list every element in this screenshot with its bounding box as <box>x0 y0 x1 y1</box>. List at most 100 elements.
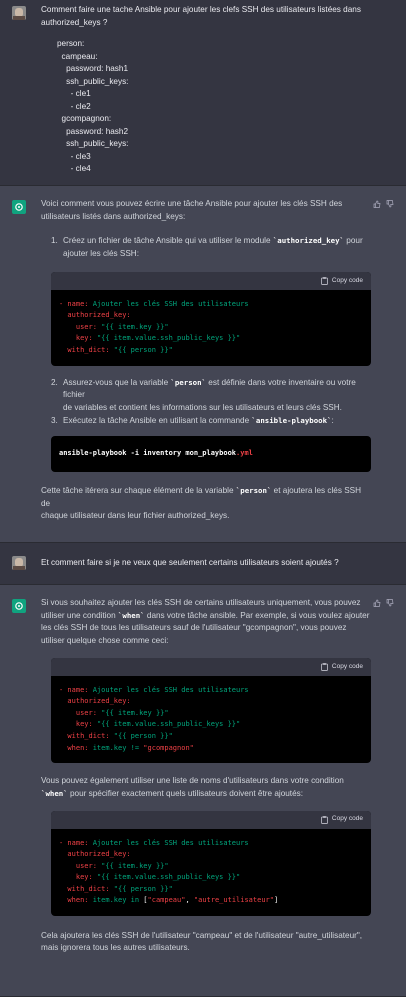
message-line: Cela ajoutera les clés SSH de l'utilisat… <box>41 930 363 940</box>
code-token: ] <box>273 896 279 905</box>
code-block-header: Copy code <box>51 271 371 290</box>
clipboard-icon <box>321 815 328 824</box>
code-token: key: <box>59 720 97 729</box>
code-token: with_dict: <box>59 732 114 740</box>
message-line: utiliser quelque chose comme ceci: <box>41 636 169 646</box>
code-token: "{{ item.value.ssh_public_keys }}" <box>96 334 241 343</box>
message-line: mais ignorera tous les autres utilisateu… <box>41 943 190 953</box>
list-item: 3. Exécutez la tâche Ansible en utilisan… <box>51 415 371 428</box>
text-span: Créez un fichier de tâche Ansible qui va… <box>63 236 273 246</box>
code-token: "{{ item.key }}" <box>101 861 169 870</box>
code-content: ansible-playbook -i inventory mon_playbo… <box>51 436 371 472</box>
code-token: "{{ person }}" <box>113 884 173 893</box>
copy-code-button[interactable]: Copy code <box>321 662 363 672</box>
thumbs-up-icon[interactable] <box>373 599 381 607</box>
copy-code-button[interactable]: Copy code <box>321 814 363 824</box>
code-block: Copy code - name: Ajouter les clés SSH d… <box>51 657 371 764</box>
text-span: pour spécifier exactement quels utilisat… <box>67 788 303 798</box>
code-token: authorized_key: <box>59 850 131 859</box>
code-token: when: <box>59 743 93 752</box>
user-avatar-icon <box>12 6 26 20</box>
code-token: .yml <box>236 449 253 458</box>
message-line: les clés SSH de tous les utilisateurs sa… <box>41 623 347 633</box>
text-span: utiliser une condition <box>41 610 118 620</box>
code-token: authorized_key: <box>59 697 131 706</box>
thumbs-down-icon[interactable] <box>386 200 394 208</box>
code-content: - name: Ajouter les clés SSH des utilisa… <box>51 829 371 916</box>
user-message-1: Comment faire une tache Ansible pour ajo… <box>0 0 406 186</box>
code-token: "{{ item.key }}" <box>101 708 169 717</box>
text-span: Cette tâche itérera sur chaque élément d… <box>41 485 236 495</box>
yaml-snippet: person: campeau: password: hash1 ssh_pub… <box>57 39 129 174</box>
code-token: - name: <box>59 299 93 308</box>
code-token: "autre_utilisateur" <box>193 896 274 905</box>
inline-code: `when` <box>117 610 145 620</box>
code-token: "campeau" <box>147 896 186 905</box>
code-token: - name: <box>59 838 93 847</box>
assistant-message-text: Voici comment vous pouvez écrire une tâc… <box>41 198 371 523</box>
code-token: "{{ item.value.ssh_public_keys }}" <box>96 720 241 729</box>
feedback-actions <box>373 599 394 607</box>
list-item: 2. Assurez-vous que la variable `person`… <box>51 377 371 415</box>
thumbs-up-icon[interactable] <box>373 200 381 208</box>
user-message-2: Et comment faire si je ne veux que seule… <box>0 543 406 585</box>
code-token: with_dict: <box>59 346 114 354</box>
code-token: , <box>185 896 194 905</box>
code-token: user: <box>59 322 102 331</box>
code-token: when: <box>59 896 93 905</box>
user-message-text: Et comment faire si je ne veux que seule… <box>41 557 371 570</box>
code-token: authorized_key: <box>59 311 131 320</box>
code-content: - name: Ajouter les clés SSH des utilisa… <box>51 290 371 366</box>
openai-logo-icon <box>12 200 26 214</box>
code-token: "{{ person }}" <box>113 732 173 740</box>
assistant-message-2: Si vous souhaitez ajouter les clés SSH d… <box>0 585 406 997</box>
code-block: Copy code - name: Ajouter les clés SSH d… <box>51 271 371 366</box>
message-line: Voici comment vous pouvez écrire une tâc… <box>41 199 343 208</box>
code-block: Copy code - name: Ajouter les clés SSH d… <box>51 810 371 916</box>
openai-logo-icon <box>12 599 26 613</box>
code-token: user: <box>59 861 102 870</box>
message-line: Et comment faire si je ne veux que seule… <box>41 558 339 567</box>
text-span: : <box>331 415 334 425</box>
list-number: 2. <box>51 377 58 387</box>
feedback-actions <box>373 200 394 208</box>
code-token: "{{ person }}" <box>113 346 173 354</box>
copy-code-label: Copy code <box>331 815 363 823</box>
code-token: key: <box>59 873 97 882</box>
message-line: authorized_keys ? <box>41 17 108 27</box>
message-line: de variables et contient les information… <box>63 402 342 412</box>
text-span: Exécutez la tâche Ansible en utilisant l… <box>63 415 252 425</box>
code-token: "{{ item.value.ssh_public_keys }}" <box>96 873 241 882</box>
code-block-header: Copy code <box>51 810 371 829</box>
code-token: "gcompagnon" <box>143 743 194 752</box>
message-line: Vous pouvez également utiliser une liste… <box>41 776 344 786</box>
inline-code: `ansible-playbook` <box>251 415 332 425</box>
code-token: Ajouter les clés SSH des utilisateurs <box>92 685 249 694</box>
inline-code: `person` <box>170 377 207 387</box>
message-line: Comment faire une tache Ansible pour ajo… <box>41 5 361 14</box>
text-span: Assurez-vous que la variable <box>63 377 171 387</box>
code-token: user: <box>59 708 102 717</box>
code-token: with_dict: <box>59 884 114 893</box>
list-item: 1. Créez un fichier de tâche Ansible qui… <box>51 235 371 260</box>
clipboard-icon <box>321 277 328 285</box>
code-token: Ajouter les clés SSH des utilisateurs <box>92 838 249 847</box>
code-token: key: <box>59 334 97 343</box>
copy-code-label: Copy code <box>331 276 363 284</box>
text-span: pour <box>344 236 363 246</box>
inline-code: `person` <box>235 485 272 495</box>
inline-code: `authorized_key` <box>272 236 345 246</box>
code-token: Ajouter les clés SSH des utilisateurs <box>92 299 249 308</box>
list-number: 3. <box>51 415 58 425</box>
copy-code-label: Copy code <box>331 662 363 670</box>
code-token: "{{ item.key }}" <box>101 322 169 331</box>
code-token: item.key != <box>92 743 144 752</box>
code-block-header: Copy code <box>51 657 371 676</box>
clipboard-icon <box>321 663 328 671</box>
thumbs-down-icon[interactable] <box>386 599 394 607</box>
user-message-text: Comment faire une tache Ansible pour ajo… <box>41 4 371 176</box>
code-token: ansible-playbook -i inventory mon_playbo… <box>59 449 237 458</box>
copy-code-button[interactable]: Copy code <box>321 276 363 286</box>
message-line: ajouter les clés SSH: <box>63 249 139 259</box>
text-span: dans votre tâche ansible. Par exemple, s… <box>144 610 370 620</box>
